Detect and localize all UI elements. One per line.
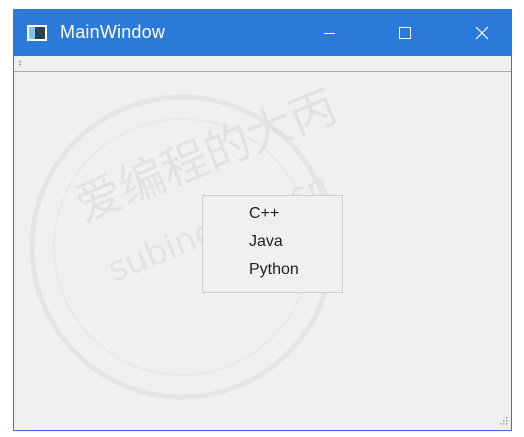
close-icon [475,26,489,40]
resize-grip-icon[interactable] [498,417,508,427]
title-bar[interactable]: MainWindow [14,10,511,56]
app-icon[interactable] [27,25,47,41]
list-item[interactable]: Python [249,258,299,282]
central-widget: 爱编程的大丙 subingwen.cn C++ Java Python [14,72,511,430]
toolbar [14,56,511,72]
minimize-icon [324,33,335,34]
minimize-button[interactable] [306,10,352,56]
list-item[interactable]: Java [249,230,283,254]
window-title: MainWindow [60,22,166,42]
maximize-button[interactable] [382,10,428,56]
language-list[interactable]: C++ Java Python [202,195,343,293]
maximize-icon [399,27,411,39]
close-button[interactable] [459,10,505,56]
toolbar-grip-icon[interactable] [19,60,21,67]
main-window: MainWindow 爱编程的大丙 subingwen.cn [13,9,512,431]
list-item[interactable]: C++ [249,202,279,226]
